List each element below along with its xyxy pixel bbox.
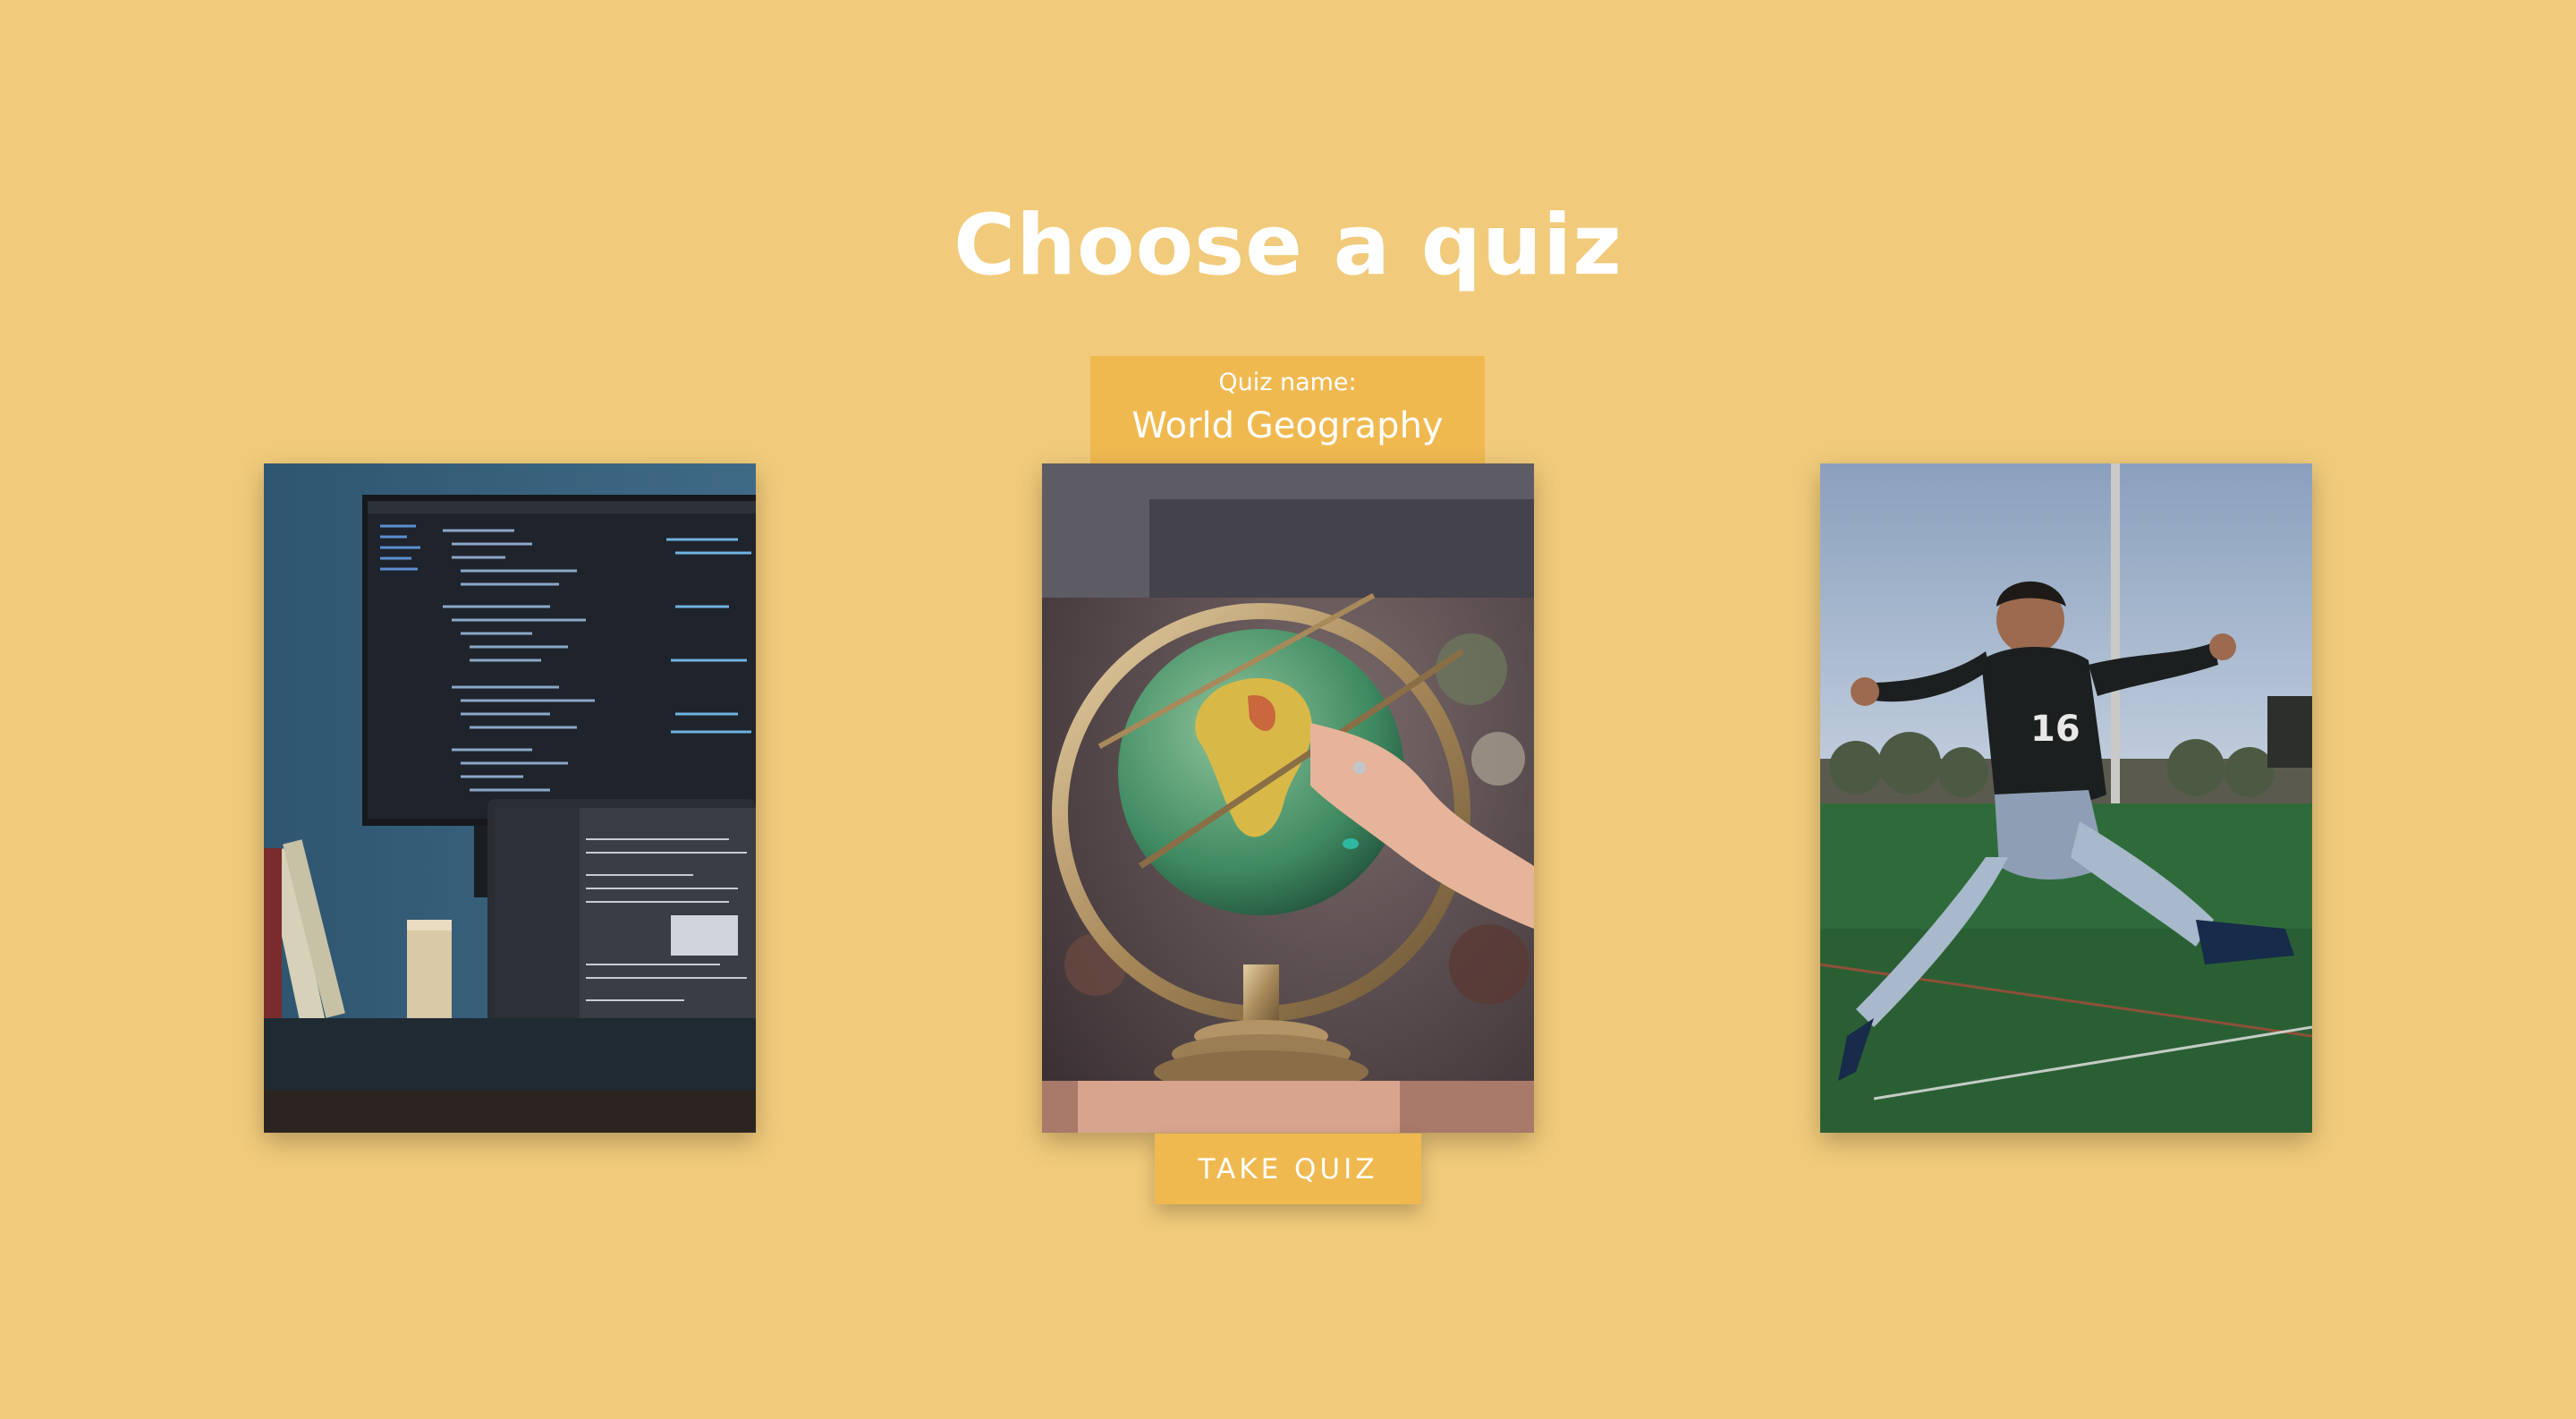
quiz-card-programming[interactable] xyxy=(264,463,756,1133)
quiz-name-value: World Geography xyxy=(1131,405,1444,446)
quiz-name-label: Quiz name: xyxy=(1218,369,1357,396)
quiz-card-world-geography[interactable] xyxy=(1042,463,1534,1133)
globe-image xyxy=(1042,463,1534,1133)
take-quiz-button[interactable]: TAKE QUIZ xyxy=(1155,1134,1421,1204)
programming-desk-image xyxy=(264,463,756,1133)
svg-text:16: 16 xyxy=(2030,709,2080,750)
soccer-player-image: 16 xyxy=(1820,463,2312,1133)
quiz-card-sports[interactable]: 16 xyxy=(1820,463,2312,1133)
quiz-name-panel: Quiz name: World Geography xyxy=(1090,356,1485,463)
page-title: Choose a quiz xyxy=(953,197,1623,294)
